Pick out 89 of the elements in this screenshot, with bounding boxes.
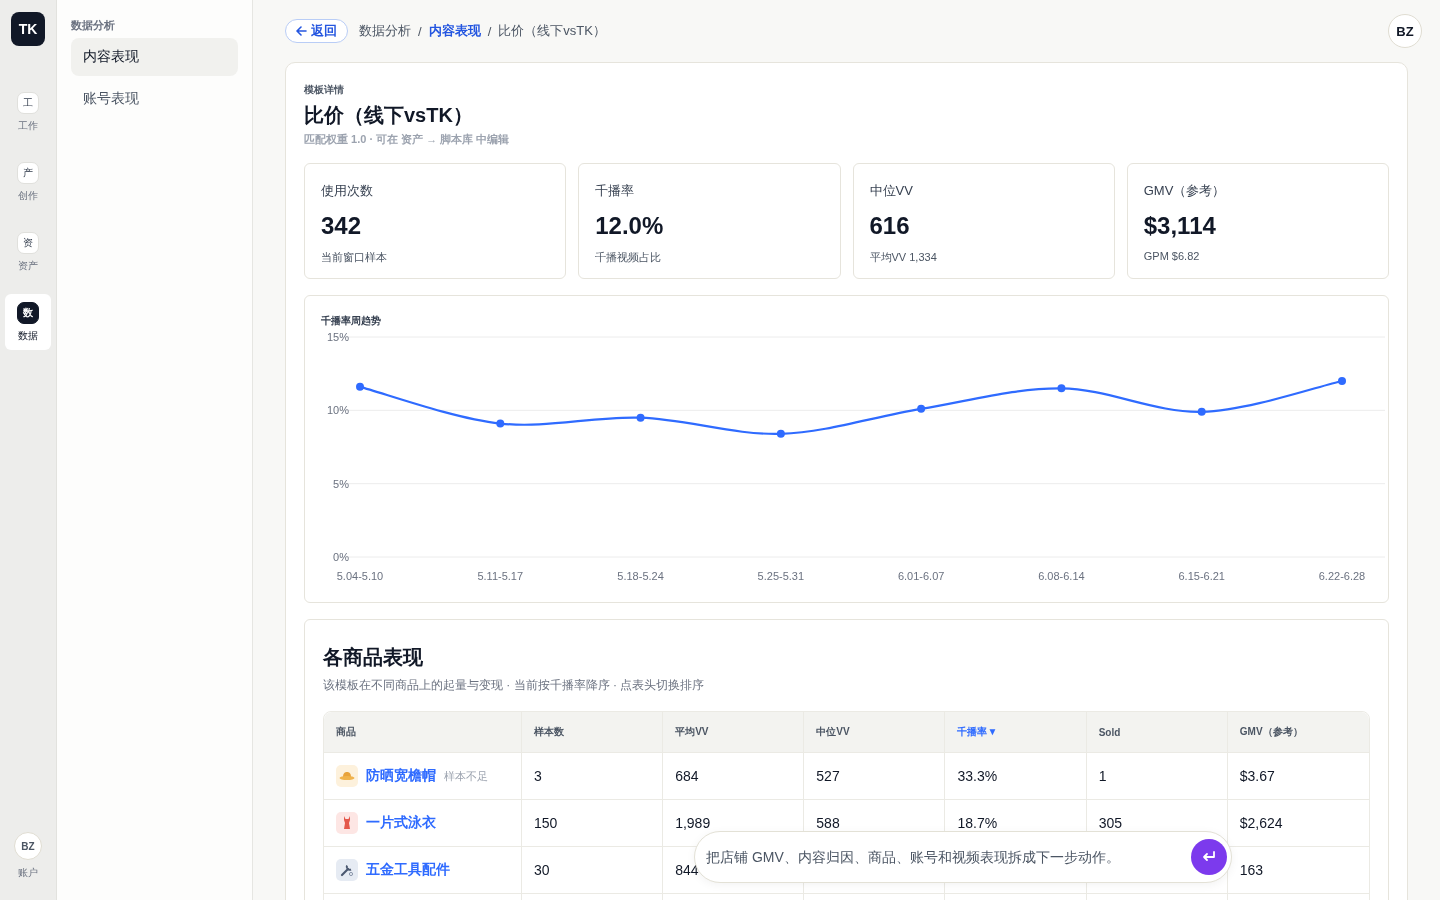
x-axis-label: 5.11-5.17 (477, 570, 524, 582)
rail-label: 数据 (18, 328, 38, 343)
product-thumbnail-icon (336, 812, 358, 834)
table-cell: 3 (522, 752, 664, 799)
rail-nav-item[interactable]: 数 数据 (5, 294, 51, 350)
x-axis-label: 6.08-6.14 (1038, 570, 1085, 582)
data-point (1338, 377, 1346, 385)
rail-label: 工作 (18, 118, 38, 133)
table-cell: $3.67 (1227, 752, 1369, 799)
x-axis-label: 5.25-5.31 (757, 570, 805, 582)
chart-title: 千播率周趋势 (321, 314, 382, 328)
section-title: 各商品表现 (323, 645, 424, 670)
detail-title: 比价（线下vsTK） (304, 103, 474, 128)
x-axis-label: 5.18-5.24 (617, 570, 664, 582)
breadcrumb-item: 数据分析 (359, 22, 411, 40)
sidebar-item[interactable]: 账号表现 (71, 80, 238, 118)
y-axis-label: 15% (326, 331, 349, 343)
breadcrumb-separator: / (418, 23, 422, 39)
data-point (356, 382, 364, 391)
x-axis-label: 6.01-6.07 (897, 570, 945, 582)
kpi-note: 平均VV 1,334 (869, 250, 937, 265)
kpi-label: 中位VV (869, 182, 913, 200)
kpi-label: GMV（参考） (1143, 182, 1226, 200)
kpi-value: 616 (869, 212, 910, 240)
column-header[interactable]: 中位VV (804, 712, 946, 752)
rail-nav-item[interactable]: 资 资产 (5, 224, 51, 280)
x-axis-label: 6.15-6.21 (1178, 570, 1225, 582)
product-link[interactable]: 一片式泳衣 (366, 814, 436, 832)
product-note: 样本不足 (444, 768, 488, 784)
column-header[interactable]: 样本数 (522, 712, 664, 752)
column-header[interactable]: 商品 (324, 712, 522, 752)
product-thumbnail-icon (336, 765, 358, 787)
kpi-value: 342 (321, 212, 362, 240)
kpi-note: GPM $6.82 (1143, 250, 1200, 262)
kpi-value: 12.0% (595, 212, 664, 240)
data-point (1057, 384, 1066, 393)
app-logo[interactable]: TK (11, 12, 45, 46)
enter-icon (1202, 851, 1216, 863)
data-point (636, 413, 645, 422)
rail-label: 创作 (18, 188, 38, 203)
rail-glyph-icon: 数 (17, 301, 39, 324)
data-point (496, 419, 505, 428)
breadcrumb-item: 比价（线下vsTK） (498, 22, 606, 40)
account-avatar[interactable]: BZ (14, 832, 42, 860)
section-subtitle: 该模板在不同商品上的起量与变现 · 当前按千播率降序 · 点表头切换排序 (323, 677, 706, 694)
rail-nav-item[interactable]: 工 工作 (5, 84, 51, 140)
product-thumbnail-icon (336, 859, 358, 881)
y-axis-label: 0% (333, 551, 349, 563)
rail-glyph-icon: 工 (17, 91, 39, 114)
back-button[interactable]: 返回 (285, 19, 348, 43)
x-axis-label: 6.22-6.28 (1318, 570, 1366, 582)
sidebar-item[interactable]: 内容表现 (71, 38, 238, 76)
data-point (776, 429, 785, 438)
sidebar-section-title: 数据分析 (71, 18, 116, 33)
data-point (917, 404, 926, 413)
rail-glyph-icon: 资 (17, 231, 39, 254)
arrow-left-icon (296, 26, 307, 36)
kpi-label: 使用次数 (321, 182, 373, 200)
table-cell: 1 (1086, 752, 1228, 799)
column-header[interactable]: 千播率▼ (945, 712, 1087, 752)
detail-subtitle: 匹配权重 1.0 · 可在 资产 → 脚本库 中编辑 (304, 132, 511, 147)
x-axis-label: 5.04-5.10 (336, 570, 384, 582)
rail-nav-item[interactable]: 产 创作 (5, 154, 51, 210)
send-button[interactable] (1191, 839, 1227, 875)
y-axis-label: 5% (333, 477, 349, 490)
column-header[interactable]: 平均VV (663, 712, 805, 752)
column-header[interactable]: Sold (1086, 712, 1228, 752)
detail-eyebrow: 模板详情 (304, 83, 345, 97)
y-axis-label: 10% (326, 404, 349, 417)
table-cell: 684 (663, 752, 805, 799)
data-point (1197, 407, 1206, 416)
column-header[interactable]: GMV（参考） (1227, 712, 1369, 752)
kpi-label: 千播率 (595, 182, 635, 200)
user-avatar[interactable]: BZ (1388, 14, 1422, 48)
breadcrumb-link[interactable]: 内容表现 (428, 22, 481, 40)
table-cell: 527 (804, 752, 946, 799)
table-cell: 33.3% (945, 752, 1087, 799)
product-link[interactable]: 五金工具配件 (366, 861, 450, 879)
table-cell: 30 (522, 846, 664, 893)
kpi-note: 当前窗口样本 (321, 250, 387, 265)
breadcrumb-separator: / (487, 23, 492, 39)
rail-label: 账户 (18, 866, 38, 880)
product-link[interactable]: 防晒宽檐帽 (366, 767, 436, 785)
table-cell: $2,624 (1227, 799, 1369, 846)
kpi-value: $3,114 (1143, 212, 1216, 240)
table-cell: 150 (522, 799, 664, 846)
rail-glyph-icon: 产 (17, 161, 39, 184)
kpi-note: 千播视频占比 (595, 250, 662, 265)
rail-label: 资产 (18, 258, 38, 273)
